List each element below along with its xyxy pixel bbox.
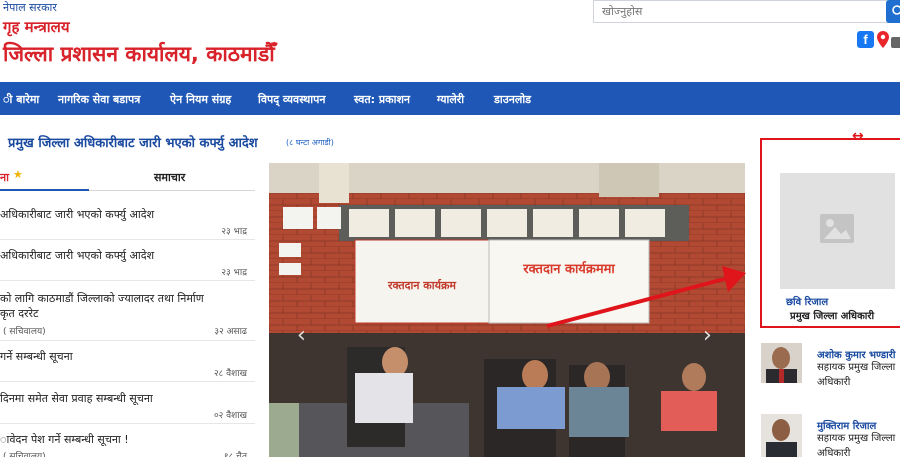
official-name[interactable]: अशोक कुमार भण्डारी <box>817 347 895 361</box>
chief-officer-name[interactable]: छवि रिजाल <box>786 294 828 308</box>
official-title: सहायक प्रमुख जिल्ला <box>817 433 896 444</box>
chief-officer-photo[interactable] <box>780 173 895 289</box>
chief-officer-title: प्रमुख जिल्ला अधिकारी <box>790 311 875 322</box>
official-avatar[interactable] <box>761 343 802 383</box>
official-title-continued: अधिकारी <box>817 377 851 388</box>
official-name[interactable]: मुक्तिराम रिजाल <box>817 418 876 432</box>
official-photo <box>761 414 802 457</box>
page: नेपाल सरकार गृह मन्त्रालय जिल्ला प्रशासन… <box>0 0 900 457</box>
official-avatar[interactable] <box>761 414 802 457</box>
image-placeholder-icon <box>820 214 854 243</box>
official-photo <box>761 343 802 383</box>
official-title: सहायक प्रमुख जिल्ला <box>817 362 896 373</box>
official-title-continued: अधिकारी <box>817 448 851 457</box>
